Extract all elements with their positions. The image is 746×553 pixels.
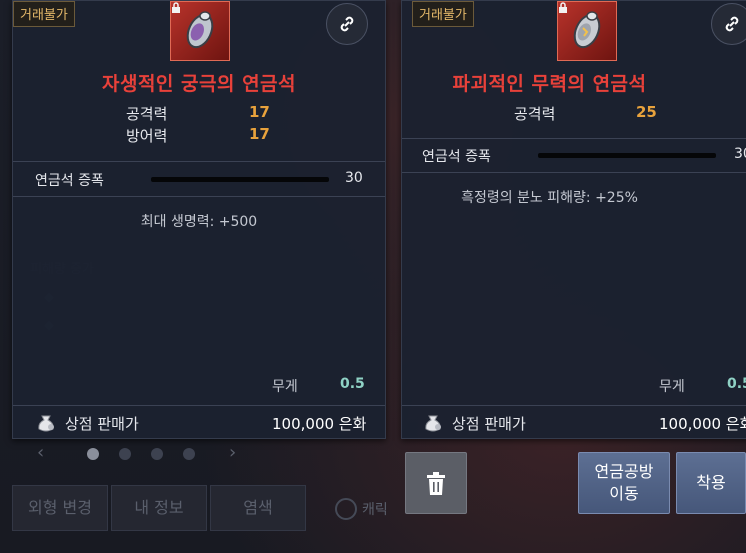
equip-button[interactable]: 착용 [676,452,746,514]
stack-value: 30 [734,146,746,162]
stat-value: 25 [636,103,657,121]
divider [402,138,746,139]
lock-icon [172,2,180,13]
weight-value: 0.5 [727,376,746,392]
silver-pouch-icon [425,415,441,432]
bottom-hint: 캐릭 [362,502,388,518]
item-tooltip-right: 거래불가 파괴적인 무력의 연금석 공격력 25 연금석 증폭 30 흑정령의 … [401,0,746,439]
stack-label: 연금석 증폭 [422,149,491,165]
link-button[interactable] [326,3,368,45]
lock-icon [559,2,567,13]
weight-label: 무게 [659,379,685,395]
sell-price-value: 100,000 은화 [659,415,746,433]
checkbox-icon[interactable] [335,498,357,520]
stack-value: 30 [345,170,363,186]
trash-icon [427,472,445,495]
effect-text: 최대 생명력: +500 [140,214,258,230]
link-button[interactable] [711,3,746,45]
stat-value: 17 [249,103,270,121]
page-dot[interactable] [87,448,99,460]
effect-text: 흑정령의 분노 피해량: +25% [461,190,638,206]
chevron-left-icon[interactable]: ‹ [37,442,44,463]
divider [13,161,385,162]
divider [13,196,385,197]
alchemy-stone-icon [170,1,230,61]
item-tooltip-left: 거래불가 자생적인 궁극의 연금석 공격력 17 방어력 17 연금석 증폭 3… [12,0,386,439]
stack-progress-bar [538,153,716,158]
alchemy-stone-icon [557,1,617,61]
stack-label: 연금석 증폭 [35,173,104,189]
divider [402,405,746,406]
weight-label: 무게 [272,379,298,395]
sell-price-label: 상점 판매가 [452,415,526,433]
page-dot[interactable] [151,448,163,460]
sell-price-value: 100,000 은화 [272,415,367,433]
page-dot[interactable] [119,448,131,460]
item-name: 자생적인 궁극의 연금석 [101,73,297,95]
stat-label: 공격력 [126,105,168,123]
item-name: 파괴적인 무력의 연금석 [452,73,647,95]
sell-price-label: 상점 판매가 [65,415,139,433]
trade-restricted-badge: 거래불가 [412,1,474,27]
tab-my-info[interactable]: 내 정보 [111,485,207,531]
delete-button[interactable] [405,452,467,514]
tab-dye[interactable]: 염색 [210,485,306,531]
stack-progress-bar [151,177,329,182]
trade-restricted-badge: 거래불가 [13,1,75,27]
divider [402,172,746,173]
stat-label: 방어력 [126,127,168,145]
link-icon [340,16,354,32]
stat-label: 공격력 [514,105,556,123]
divider [13,405,385,406]
tab-appearance[interactable]: 외형 변경 [12,485,108,531]
silver-pouch-icon [38,415,54,432]
stat-value: 17 [249,125,270,143]
move-to-alchemy-workshop-button[interactable]: 연금공방 이동 [578,452,670,514]
weight-value: 0.5 [340,376,365,392]
link-icon [725,16,739,32]
chevron-right-icon[interactable]: › [229,442,236,463]
page-dot[interactable] [183,448,195,460]
